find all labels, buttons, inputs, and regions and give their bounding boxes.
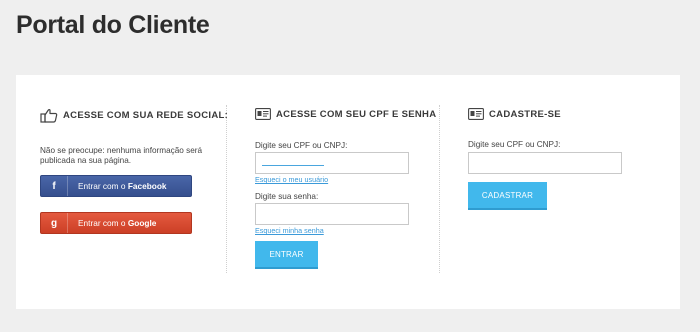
forgot-password-link[interactable]: Esqueci minha senha — [255, 226, 324, 235]
google-label-brand: Google — [127, 218, 157, 228]
login-panel: ACESSE COM SUA REDE SOCIAL: Não se preoc… — [16, 75, 680, 309]
cpf-label: Digite seu CPF ou CNPJ: — [255, 141, 348, 150]
google-login-button[interactable]: g Entrar com o Google — [40, 212, 192, 234]
id-card-icon — [468, 108, 484, 120]
cpf-input[interactable] — [255, 152, 409, 174]
register-submit-button[interactable]: CADASTRAR — [468, 182, 547, 210]
cpf-field-wrap — [255, 152, 409, 174]
google-label-prefix: Entrar com o — [78, 218, 128, 228]
cpf-input-underline — [262, 165, 324, 166]
register-cpf-input[interactable] — [468, 152, 622, 174]
thumbs-up-icon — [40, 108, 58, 123]
facebook-label-brand: Facebook — [127, 181, 167, 191]
column-divider — [439, 105, 440, 273]
cpf-login-section: ACESSE COM SEU CPF E SENHA Digite seu CP… — [255, 75, 436, 309]
facebook-button-label: Entrar com o Facebook — [68, 181, 167, 191]
facebook-icon: f — [41, 176, 68, 196]
password-label: Digite sua senha: — [255, 192, 319, 201]
login-heading-text: ACESSE COM SEU CPF E SENHA — [276, 108, 437, 120]
column-divider — [226, 105, 227, 273]
register-cpf-label: Digite seu CPF ou CNPJ: — [468, 140, 561, 149]
privacy-note: Não se preocupe: nenhuma informação será… — [40, 146, 203, 165]
password-input[interactable] — [255, 203, 409, 225]
register-section: CADASTRE-SE Digite seu CPF ou CNPJ: CADA… — [468, 75, 658, 309]
register-heading-text: CADASTRE-SE — [489, 108, 561, 120]
forgot-user-link[interactable]: Esqueci o meu usuário — [255, 175, 328, 184]
social-heading-text: ACESSE COM SUA REDE SOCIAL: — [63, 110, 229, 121]
id-card-icon — [255, 108, 271, 120]
social-heading: ACESSE COM SUA REDE SOCIAL: — [40, 108, 228, 123]
facebook-label-prefix: Entrar com o — [78, 181, 128, 191]
login-submit-button[interactable]: ENTRAR — [255, 241, 318, 269]
facebook-login-button[interactable]: f Entrar com o Facebook — [40, 175, 192, 197]
register-heading: CADASTRE-SE — [468, 108, 561, 120]
social-login-section: ACESSE COM SUA REDE SOCIAL: Não se preoc… — [40, 75, 228, 309]
page-title: Portal do Cliente — [16, 11, 210, 39]
google-button-label: Entrar com o Google — [68, 218, 156, 228]
login-heading: ACESSE COM SEU CPF E SENHA — [255, 108, 436, 120]
google-icon: g — [41, 213, 68, 233]
